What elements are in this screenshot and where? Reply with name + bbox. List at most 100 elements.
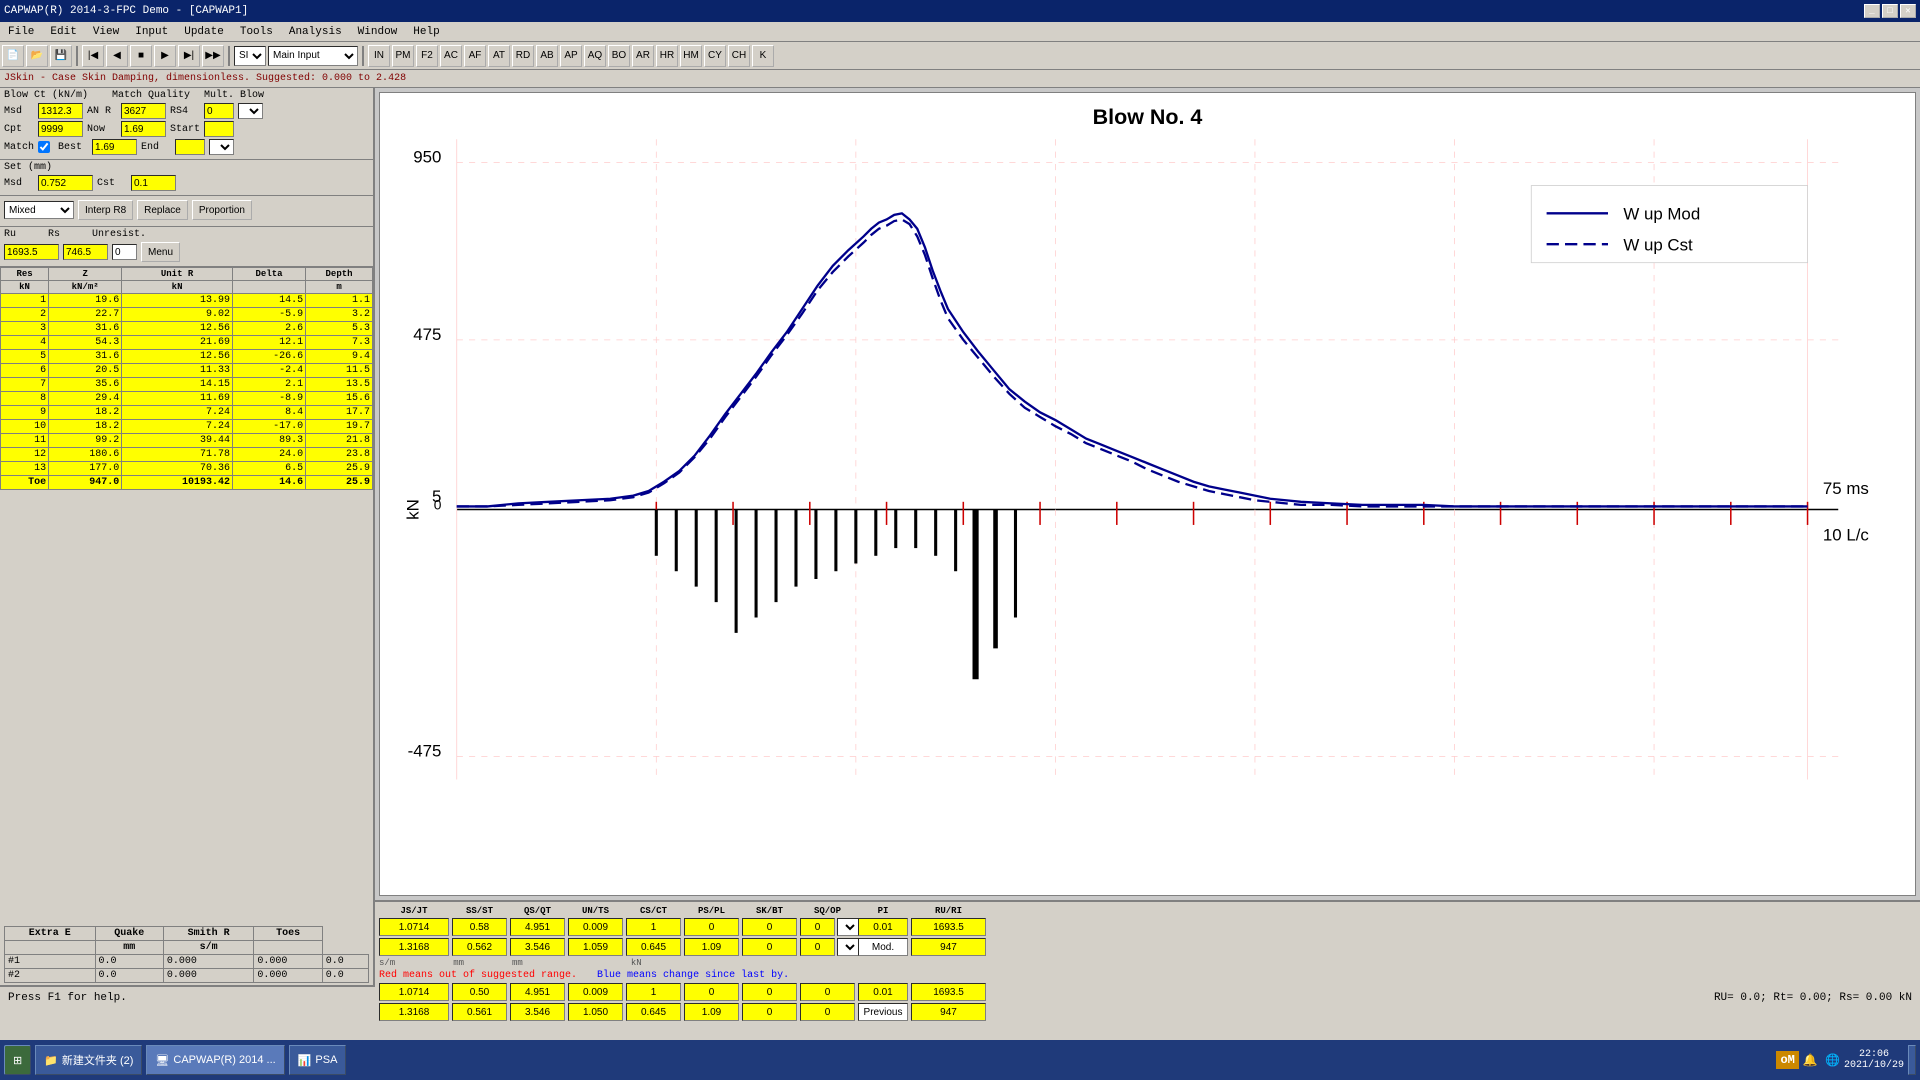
interp-r8-button[interactable]: Interp R8: [78, 200, 133, 220]
bp-sqop-1[interactable]: [800, 918, 835, 936]
tb-pm[interactable]: PM: [392, 45, 414, 67]
tb-ac[interactable]: AC: [440, 45, 462, 67]
bp-skbt-4[interactable]: [742, 1003, 797, 1021]
bp-qsqt-2[interactable]: [510, 938, 565, 956]
bp-jsjt-2[interactable]: [379, 938, 449, 956]
unit-select[interactable]: SI: [234, 46, 266, 66]
menu-edit[interactable]: Edit: [46, 25, 80, 39]
end-input[interactable]: [175, 139, 205, 155]
tb-ap[interactable]: AP: [560, 45, 582, 67]
bp-ssst-1[interactable]: [452, 918, 507, 936]
bp-pi-mod[interactable]: [858, 938, 908, 956]
taskbar-folder[interactable]: 📁 新建文件夹 (2): [35, 1045, 142, 1075]
bp-csct-2[interactable]: [626, 938, 681, 956]
bp-sqop-2[interactable]: [800, 938, 835, 956]
end-select[interactable]: [209, 139, 234, 155]
set-cst-input[interactable]: [131, 175, 176, 191]
bp-ssst-2[interactable]: [452, 938, 507, 956]
now-input[interactable]: [121, 121, 166, 137]
tb-aq[interactable]: AQ: [584, 45, 606, 67]
bp-qsqt-3[interactable]: [510, 983, 565, 1001]
tb-at[interactable]: AT: [488, 45, 510, 67]
bp-pspl-1[interactable]: [684, 918, 739, 936]
bp-skbt-1[interactable]: [742, 918, 797, 936]
menu-view[interactable]: View: [89, 25, 123, 39]
bp-pspl-2[interactable]: [684, 938, 739, 956]
tb-ab[interactable]: AB: [536, 45, 558, 67]
menu-button[interactable]: Menu: [141, 242, 180, 262]
bp-ruri-3[interactable]: [911, 983, 986, 1001]
tb-f2[interactable]: F2: [416, 45, 438, 67]
bp-pspl-4[interactable]: [684, 1003, 739, 1021]
tb-k[interactable]: K: [752, 45, 774, 67]
rs-value-input[interactable]: [63, 244, 108, 260]
bp-csct-4[interactable]: [626, 1003, 681, 1021]
taskbar-psa[interactable]: 📊 PSA: [289, 1045, 347, 1075]
bp-csct-1[interactable]: [626, 918, 681, 936]
menu-file[interactable]: File: [4, 25, 38, 39]
start-button[interactable]: ⊞: [4, 1045, 31, 1075]
tb-bo[interactable]: BO: [608, 45, 630, 67]
menu-update[interactable]: Update: [180, 25, 228, 39]
tb-af[interactable]: AF: [464, 45, 486, 67]
match-checkbox[interactable]: [38, 141, 50, 153]
tb-hr[interactable]: HR: [656, 45, 678, 67]
an-r-input[interactable]: 3627: [121, 103, 166, 119]
tb-prev[interactable]: ◀: [106, 45, 128, 67]
tb-ch[interactable]: CH: [728, 45, 750, 67]
bp-prev-btn[interactable]: [858, 1003, 908, 1021]
rs4-select[interactable]: [238, 103, 263, 119]
menu-window[interactable]: Window: [354, 25, 402, 39]
tb-new[interactable]: 📄: [2, 45, 24, 67]
bp-ssst-4[interactable]: [452, 1003, 507, 1021]
bp-unts-4[interactable]: [568, 1003, 623, 1021]
tb-cy[interactable]: CY: [704, 45, 726, 67]
tb-next[interactable]: ▶: [154, 45, 176, 67]
bp-qsqt-4[interactable]: [510, 1003, 565, 1021]
bp-csct-3[interactable]: [626, 983, 681, 1001]
bp-sqop-select-2[interactable]: [837, 938, 859, 956]
best-input[interactable]: [92, 139, 137, 155]
tb-run[interactable]: ▶▶: [202, 45, 224, 67]
bp-sqop-4[interactable]: [800, 1003, 855, 1021]
bp-unts-3[interactable]: [568, 983, 623, 1001]
tb-save[interactable]: 💾: [50, 45, 72, 67]
tb-hm[interactable]: HM: [680, 45, 702, 67]
bp-qsqt-1[interactable]: [510, 918, 565, 936]
bp-pi-3[interactable]: [858, 983, 908, 1001]
input-select[interactable]: Main Input: [268, 46, 358, 66]
ru-value-input[interactable]: [4, 244, 59, 260]
bp-pspl-3[interactable]: [684, 983, 739, 1001]
bp-jsjt-3[interactable]: [379, 983, 449, 1001]
replace-button[interactable]: Replace: [137, 200, 188, 220]
unresist-input[interactable]: [112, 244, 137, 260]
bp-ruri-2[interactable]: [911, 938, 986, 956]
tb-fwd[interactable]: ▶|: [178, 45, 200, 67]
bp-ruri-4[interactable]: [911, 1003, 986, 1021]
bp-sqop-3[interactable]: [800, 983, 855, 1001]
bp-pi-1[interactable]: [858, 918, 908, 936]
bp-skbt-2[interactable]: [742, 938, 797, 956]
taskbar-capwap[interactable]: 🖥 CAPWAP(R) 2014 ...: [146, 1045, 284, 1075]
tb-stop[interactable]: ■: [130, 45, 152, 67]
close-button[interactable]: ✕: [1900, 4, 1916, 18]
bp-unts-2[interactable]: [568, 938, 623, 956]
start-input[interactable]: [204, 121, 234, 137]
bp-ssst-3[interactable]: [452, 983, 507, 1001]
bp-sqop-select-1[interactable]: [837, 918, 859, 936]
bp-skbt-3[interactable]: [742, 983, 797, 1001]
bp-jsjt-4[interactable]: [379, 1003, 449, 1021]
bp-jsjt-1[interactable]: [379, 918, 449, 936]
menu-tools[interactable]: Tools: [236, 25, 277, 39]
tb-in[interactable]: IN: [368, 45, 390, 67]
menu-analysis[interactable]: Analysis: [285, 25, 346, 39]
show-desktop-button[interactable]: [1908, 1045, 1916, 1075]
bp-ruri-1[interactable]: [911, 918, 986, 936]
mode-select[interactable]: Mixed: [4, 201, 74, 219]
minimize-button[interactable]: _: [1864, 4, 1880, 18]
tb-back[interactable]: |◀: [82, 45, 104, 67]
tb-open[interactable]: 📂: [26, 45, 48, 67]
tb-ar[interactable]: AR: [632, 45, 654, 67]
menu-help[interactable]: Help: [409, 25, 443, 39]
bp-unts-1[interactable]: [568, 918, 623, 936]
